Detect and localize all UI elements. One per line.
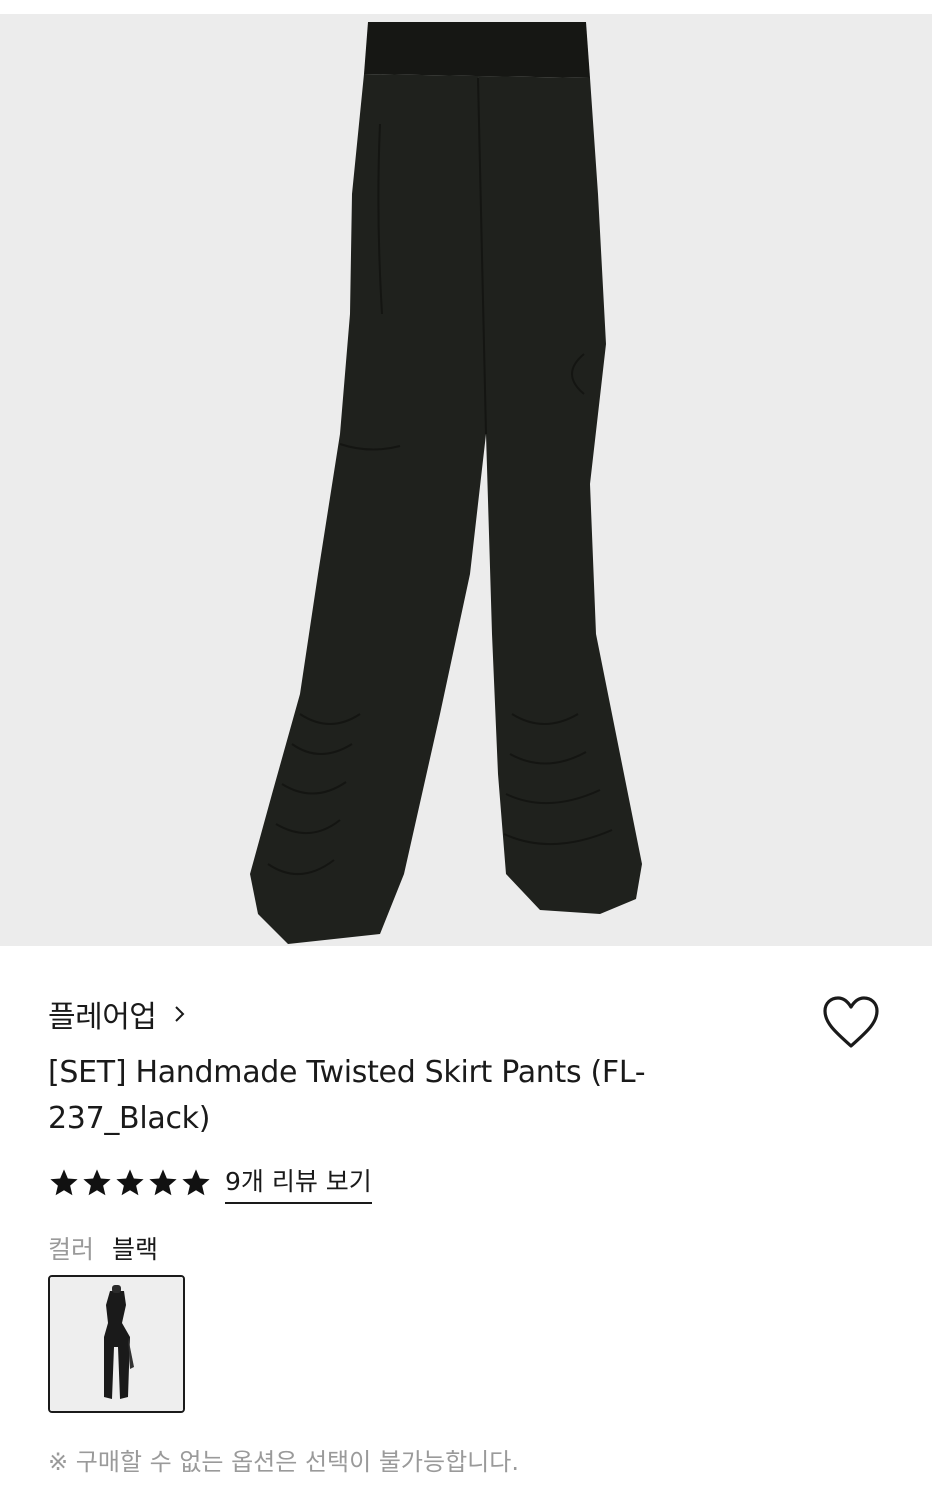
color-value: 블랙 <box>112 1235 159 1264</box>
swatch-thumbnail <box>50 1277 183 1411</box>
star-icon <box>182 1169 210 1196</box>
brand-name: 플레어업 <box>48 1000 157 1035</box>
star-icon <box>149 1169 177 1196</box>
color-option-row: 컬러 블랙 <box>48 1230 158 1266</box>
pants-illustration <box>0 14 932 946</box>
chevron-right-icon <box>175 1006 185 1022</box>
color-swatch-black[interactable] <box>48 1275 185 1413</box>
heart-outline-icon[interactable] <box>820 994 882 1050</box>
product-image <box>0 14 932 946</box>
option-notice: ※ 구매할 수 없는 옵션은 선택이 불가능합니다. <box>48 1448 519 1476</box>
product-title: [SET] Handmade Twisted Skirt Pants (FL-2… <box>48 1055 646 1136</box>
rating-stars <box>48 1167 213 1199</box>
color-label: 컬러 <box>48 1235 95 1264</box>
star-icon <box>50 1169 78 1196</box>
star-icon <box>116 1169 144 1196</box>
view-reviews-link[interactable]: 9개 리뷰 보기 <box>225 1162 372 1204</box>
rating-row: 9개 리뷰 보기 <box>48 1162 372 1204</box>
star-icon <box>83 1169 111 1196</box>
brand-link[interactable]: 플레어업 <box>48 992 190 1036</box>
